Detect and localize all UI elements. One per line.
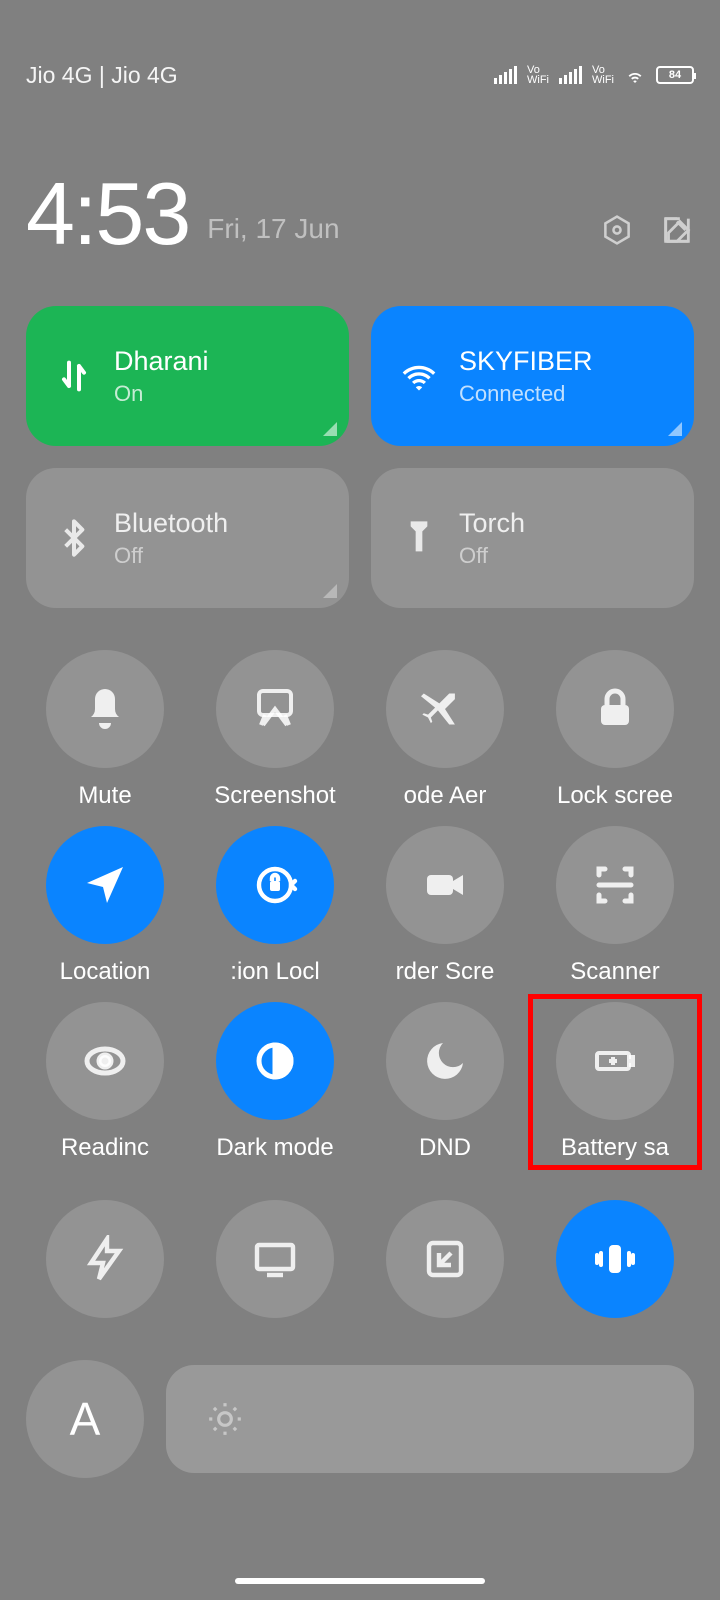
bluetooth-tile[interactable]: Bluetooth Off: [26, 468, 349, 608]
screenshot-label: Screenshot: [214, 782, 335, 810]
auto-brightness-toggle[interactable]: A: [26, 1360, 144, 1478]
rotation-lock-toggle[interactable]: [216, 826, 334, 944]
torch-tile-sub: Off: [459, 543, 668, 569]
clock-date: Fri, 17 Jun: [207, 213, 582, 258]
mobile-data-tile[interactable]: Dharani On: [26, 306, 349, 446]
wifi-icon: [397, 356, 441, 396]
data-tile-title: Dharani: [114, 346, 323, 377]
carrier-label: Jio 4G | Jio 4G: [26, 62, 178, 89]
bt-tile-sub: Off: [114, 543, 323, 569]
darkmode-label: Dark mode: [216, 1134, 333, 1162]
vowifi-icon: VoWiFi: [527, 65, 549, 85]
expand-corner-icon: [668, 422, 682, 436]
brightness-slider[interactable]: [166, 1365, 694, 1473]
bluetooth-icon: [52, 518, 96, 558]
battery-icon: 84: [656, 66, 694, 84]
rotation-label: :ion Locl: [230, 958, 319, 986]
status-bar: Jio 4G | Jio 4G VoWiFi VoWiFi 84: [0, 0, 720, 140]
edit-icon[interactable]: [660, 213, 694, 252]
status-icons: VoWiFi VoWiFi 84: [494, 64, 694, 86]
scanner-label: Scanner: [570, 958, 659, 986]
signal-bars-icon: [559, 66, 582, 84]
floating-window-toggle[interactable]: [386, 1200, 504, 1318]
airplane-label: ode Aer: [404, 782, 487, 810]
lock-screen-label: Lock scree: [557, 782, 673, 810]
dnd-toggle[interactable]: [386, 1002, 504, 1120]
cast-toggle[interactable]: [216, 1200, 334, 1318]
location-toggle[interactable]: [46, 826, 164, 944]
bt-tile-title: Bluetooth: [114, 508, 323, 539]
wifi-tile[interactable]: SKYFIBER Connected: [371, 306, 694, 446]
settings-icon[interactable]: [600, 213, 634, 252]
data-tile-sub: On: [114, 381, 323, 407]
airplane-toggle[interactable]: [386, 650, 504, 768]
mute-label: Mute: [78, 782, 131, 810]
reading-label: Readinc: [61, 1134, 149, 1162]
wifi-tile-title: SKYFIBER: [459, 346, 668, 377]
battery-label: Battery sa: [561, 1134, 669, 1162]
torch-tile[interactable]: Torch Off: [371, 468, 694, 608]
dnd-label: DND: [419, 1134, 471, 1162]
record-label: rder Scre: [396, 958, 495, 986]
vowifi-icon: VoWiFi: [592, 65, 614, 85]
data-arrows-icon: [52, 356, 96, 396]
performance-toggle[interactable]: [46, 1200, 164, 1318]
torch-tile-title: Torch: [459, 508, 668, 539]
location-label: Location: [60, 958, 151, 986]
signal-bars-icon: [494, 66, 517, 84]
reading-mode-toggle[interactable]: [46, 1002, 164, 1120]
lock-screen-toggle[interactable]: [556, 650, 674, 768]
screenshot-toggle[interactable]: [216, 650, 334, 768]
battery-value: 84: [669, 69, 681, 81]
dark-mode-toggle[interactable]: [216, 1002, 334, 1120]
expand-corner-icon: [323, 422, 337, 436]
expand-corner-icon: [323, 584, 337, 598]
torch-icon: [397, 518, 441, 558]
battery-saver-toggle[interactable]: [556, 1002, 674, 1120]
screen-record-toggle[interactable]: [386, 826, 504, 944]
mute-toggle[interactable]: [46, 650, 164, 768]
wifi-icon: [624, 64, 646, 86]
scanner-toggle[interactable]: [556, 826, 674, 944]
wifi-tile-sub: Connected: [459, 381, 668, 407]
vibrate-toggle[interactable]: [556, 1200, 674, 1318]
header-row: 4:53 Fri, 17 Jun: [0, 170, 720, 258]
clock-time: 4:53: [26, 170, 189, 258]
nav-handle[interactable]: [235, 1578, 485, 1584]
